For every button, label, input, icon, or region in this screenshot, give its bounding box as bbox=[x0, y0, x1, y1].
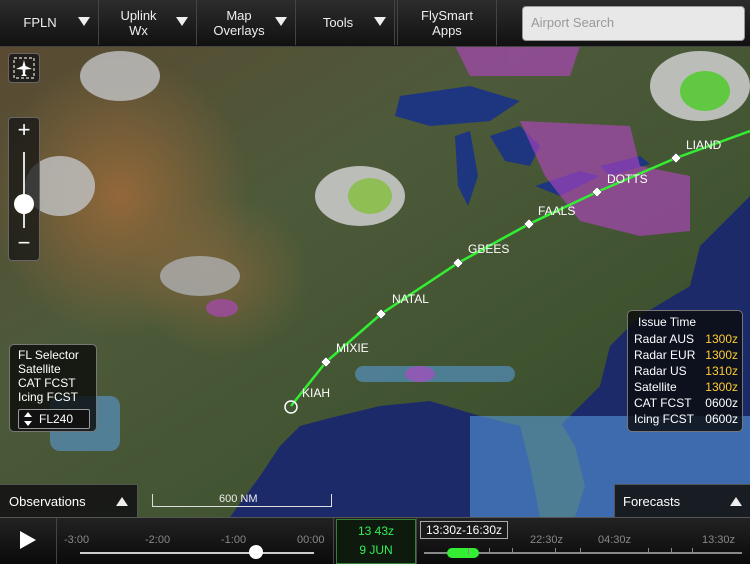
observations-button[interactable]: Observations bbox=[0, 484, 138, 518]
waypoint-label-liand: LIAND bbox=[686, 138, 722, 152]
issue-row-time: 0600z bbox=[705, 396, 738, 410]
tools-label: Tools bbox=[322, 15, 354, 30]
airport-search-input[interactable] bbox=[523, 7, 749, 38]
issue-row-time: 1300z bbox=[705, 332, 738, 346]
chevron-down-icon bbox=[78, 17, 90, 26]
issue-row-time: 0600z bbox=[705, 412, 738, 426]
past-time-handle[interactable] bbox=[249, 545, 263, 559]
past-time-label: 00:00 bbox=[297, 534, 325, 546]
map-overlays-button[interactable]: Map Overlays bbox=[197, 0, 296, 45]
past-time-label: -1:00 bbox=[221, 534, 247, 546]
map-scale-label: 600 NM bbox=[219, 493, 258, 505]
top-toolbar: FPLN Uplink Wx Map Overlays Tools FlySma… bbox=[0, 0, 750, 47]
forecast-time-label: 04:30z bbox=[598, 534, 632, 546]
map-overlays-label: Map Overlays bbox=[213, 7, 265, 38]
issue-row: CAT FCST 0600z bbox=[634, 396, 738, 412]
recenter-aircraft-button[interactable] bbox=[8, 53, 40, 83]
waypoint-label-natal: NATAL bbox=[392, 292, 429, 306]
issue-time-panel: Issue Time Radar AUS 1300z Radar EUR 130… bbox=[627, 310, 743, 432]
issue-row: Satellite 1300z bbox=[634, 380, 738, 396]
waypoint-label-gbees: GBEES bbox=[468, 242, 510, 256]
forecast-tick bbox=[555, 548, 556, 554]
issue-row-label: Radar AUS bbox=[634, 332, 695, 346]
issue-row: Radar US 1310z bbox=[634, 364, 738, 380]
zoom-slider-track[interactable] bbox=[23, 152, 25, 228]
forecast-time-label: 13:30z bbox=[702, 534, 736, 546]
current-time: 13 43z bbox=[357, 524, 395, 538]
forecast-tick bbox=[671, 548, 672, 554]
fl-level-value: FL240 bbox=[39, 412, 74, 426]
fl-layer-cat-fcst[interactable]: CAT FCST bbox=[18, 376, 76, 390]
fpln-button[interactable]: FPLN bbox=[0, 0, 99, 45]
issue-row-label: Radar EUR bbox=[634, 348, 696, 362]
forecast-tick bbox=[692, 548, 693, 554]
waypoint-label-dotts: DOTTS bbox=[607, 172, 648, 186]
observations-label: Observations bbox=[9, 494, 86, 509]
issue-row-label: Radar US bbox=[634, 364, 687, 378]
forecasts-button[interactable]: Forecasts bbox=[614, 484, 750, 518]
stepper-arrows-icon bbox=[24, 412, 32, 426]
chevron-down-icon bbox=[176, 17, 188, 26]
forecast-time-label: 22:30z bbox=[530, 534, 564, 546]
chevron-up-icon bbox=[730, 497, 742, 506]
forecasts-label: Forecasts bbox=[623, 494, 681, 509]
chevron-up-icon bbox=[116, 497, 128, 506]
forecast-tick bbox=[648, 548, 649, 554]
past-time-label: -3:00 bbox=[64, 534, 90, 546]
zoom-control: + − bbox=[8, 117, 40, 261]
issue-row: Radar EUR 1300z bbox=[634, 348, 738, 364]
forecast-range-label: 13:30z-16:30z bbox=[420, 521, 508, 539]
airport-search-box[interactable] bbox=[522, 6, 749, 41]
issue-time-title: Issue Time bbox=[638, 315, 697, 329]
past-time-track[interactable] bbox=[80, 552, 314, 554]
issue-row: Icing FCST 0600z bbox=[634, 412, 738, 428]
weather-map[interactable]: KIAH MIXIE NATAL GBEES FAALS DOTTS LIAND bbox=[0, 46, 750, 517]
issue-row: Radar AUS 1300z bbox=[634, 332, 738, 348]
forecast-tick bbox=[512, 548, 513, 554]
current-date: 9 JUN bbox=[359, 543, 393, 557]
tools-button[interactable]: Tools bbox=[296, 0, 395, 45]
issue-row-time: 1310z bbox=[705, 364, 738, 378]
fl-layer-icing-fcst[interactable]: Icing FCST bbox=[18, 390, 78, 404]
zoom-out-button[interactable]: − bbox=[9, 231, 39, 257]
flysmart-apps-label: FlySmart Apps bbox=[421, 7, 473, 38]
fl-layer-satellite[interactable]: Satellite bbox=[18, 362, 61, 376]
issue-row-label: Icing FCST bbox=[634, 412, 695, 426]
waypoint-label-mixie: MIXIE bbox=[336, 341, 369, 355]
issue-row-time: 1300z bbox=[705, 348, 738, 362]
forecast-tick bbox=[580, 548, 581, 554]
current-time-display: 13 43z 9 JUN bbox=[336, 519, 416, 564]
issue-row-time: 1300z bbox=[705, 380, 738, 394]
waypoint-label-faals: FAALS bbox=[538, 204, 576, 218]
issue-row-label: CAT FCST bbox=[634, 396, 692, 410]
play-button[interactable] bbox=[0, 518, 57, 564]
aircraft-icon bbox=[13, 57, 35, 79]
uplink-wx-button[interactable]: Uplink Wx bbox=[99, 0, 197, 45]
chevron-down-icon bbox=[374, 17, 386, 26]
flysmart-apps-button[interactable]: FlySmart Apps bbox=[397, 0, 497, 45]
play-icon bbox=[20, 531, 36, 549]
map-scale-bar: 600 NM bbox=[152, 493, 332, 507]
forecast-tick bbox=[468, 548, 469, 554]
forecast-range-handle[interactable] bbox=[447, 548, 479, 558]
past-time-label: -2:00 bbox=[145, 534, 171, 546]
fl-selector-panel: FL Selector Satellite CAT FCST Icing FCS… bbox=[9, 344, 97, 432]
fpln-label: FPLN bbox=[23, 15, 57, 30]
chevron-down-icon bbox=[275, 17, 287, 26]
fl-selector-title: FL Selector bbox=[18, 348, 79, 362]
uplink-wx-label: Uplink Wx bbox=[120, 7, 157, 38]
zoom-slider-handle[interactable] bbox=[14, 194, 34, 214]
issue-row-label: Satellite bbox=[634, 380, 677, 394]
zoom-in-button[interactable]: + bbox=[9, 118, 39, 144]
forecast-tick bbox=[489, 548, 490, 554]
fl-level-stepper[interactable]: FL240 bbox=[18, 409, 90, 429]
waypoint-label-kiah: KIAH bbox=[302, 386, 331, 400]
